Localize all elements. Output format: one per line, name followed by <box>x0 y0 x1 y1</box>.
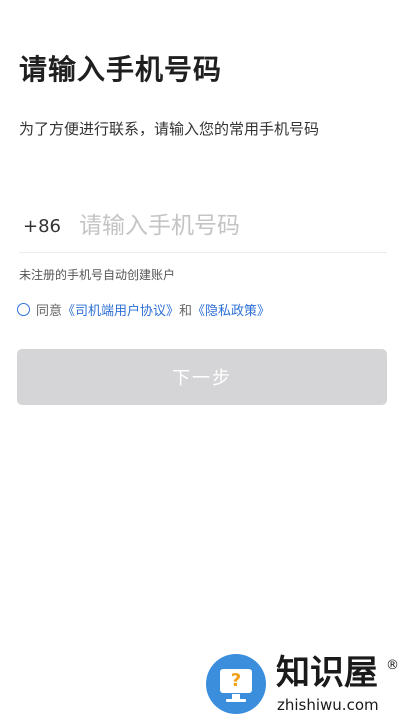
page-subtitle: 为了方便进行联系，请输入您的常用手机号码 <box>19 120 320 138</box>
watermark-domain: zhishiwu.com <box>277 696 379 714</box>
country-code[interactable]: +86 <box>23 216 61 237</box>
privacy-policy-link[interactable]: 《隐私政策》 <box>192 300 270 319</box>
next-step-button[interactable]: 下一步 <box>17 349 387 405</box>
page-title: 请输入手机号码 <box>19 53 223 86</box>
driver-agreement-link[interactable]: 《司机端用户协议》 <box>62 300 179 319</box>
phone-number-input[interactable] <box>79 208 379 244</box>
phone-input-row: +86 <box>19 204 387 253</box>
agreement-radio[interactable] <box>17 302 30 316</box>
auto-register-hint: 未注册的手机号自动创建账户 <box>19 268 176 282</box>
login-page: 请输入手机号码 为了方便进行联系，请输入您的常用手机号码 +86 未注册的手机号… <box>0 0 405 720</box>
watermark-brand: 知识屋 <box>276 653 378 693</box>
registered-mark: ® <box>386 658 399 673</box>
agreement-row: 同意 《司机端用户协议》 和 《隐私政策》 <box>17 299 270 319</box>
monitor-base <box>226 699 246 702</box>
agreement-conjunction: 和 <box>179 303 193 319</box>
watermark-logo: ? 知识屋 ® zhishiwu.com <box>206 652 405 720</box>
monitor-question-icon: ? <box>220 669 252 693</box>
watermark-badge: ? <box>206 654 266 714</box>
agreement-prefix: 同意 <box>36 303 63 319</box>
